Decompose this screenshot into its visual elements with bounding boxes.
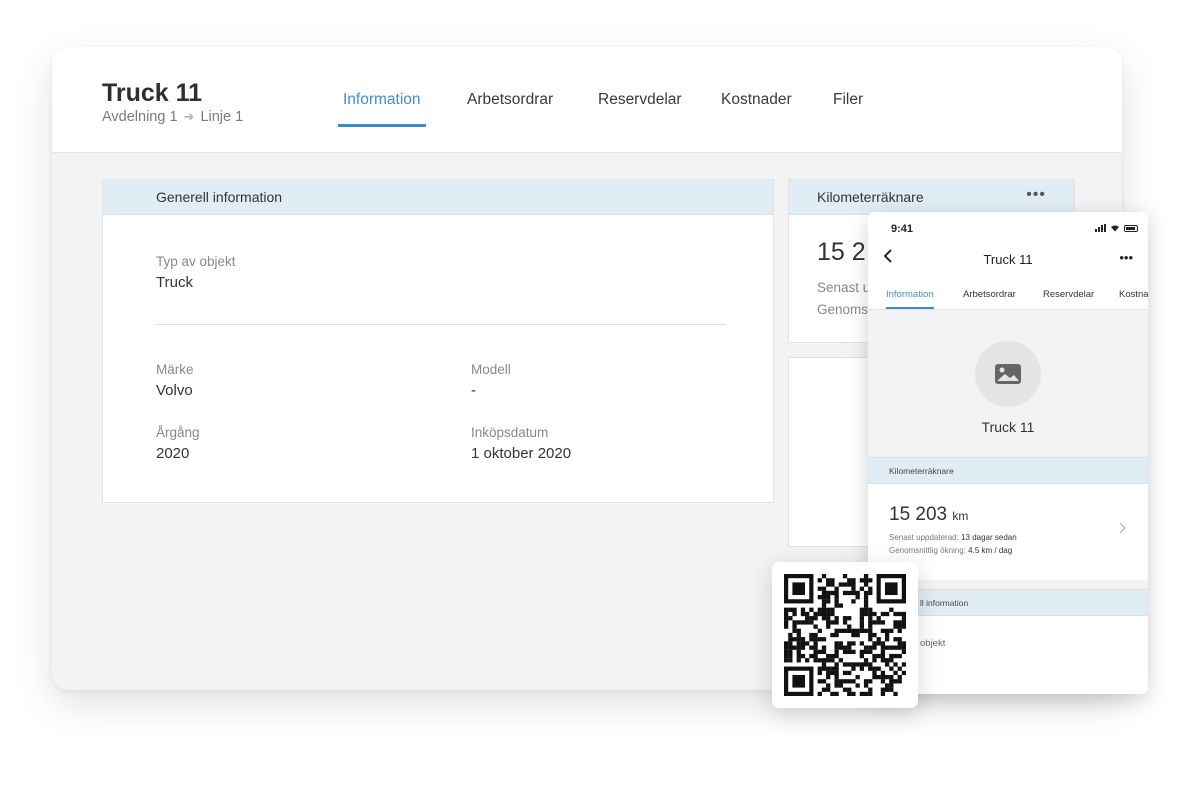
breadcrumb: Avdelning 1 ➜ Linje 1 <box>102 109 243 125</box>
divider <box>156 324 726 325</box>
updated-label: Senast uppdaterad: <box>889 533 959 542</box>
status-time: 9:41 <box>891 223 914 235</box>
purchase-date-value: 1 oktober 2020 <box>471 445 572 462</box>
type-value: Truck <box>156 274 193 291</box>
type-label: Typ av objekt <box>156 254 236 269</box>
brand-value: Volvo <box>156 382 193 399</box>
mobile-tab-information[interactable]: Information <box>886 289 934 309</box>
odometer-value: 15 2 <box>817 238 866 266</box>
mobile-odometer-value: 15 203 km <box>889 504 968 526</box>
brand-label: Märke <box>156 362 194 377</box>
tab-costs[interactable]: Kostnader <box>716 91 797 127</box>
mobile-tab-work-orders[interactable]: Arbetsordrar <box>963 289 1016 309</box>
mobile-header: 9:41 Truck 11 ••• Information Arbetsordr… <box>868 212 1148 310</box>
status-icons <box>1095 224 1138 232</box>
general-info-header: Generell information <box>103 180 773 215</box>
average-value: 4.5 km / dag <box>968 546 1013 555</box>
arrow-right-icon: ➜ <box>183 109 195 124</box>
qr-code-icon <box>784 574 906 696</box>
mobile-tab-spare-parts[interactable]: Reservdelar <box>1043 289 1094 309</box>
tab-work-orders[interactable]: Arbetsordrar <box>462 91 558 127</box>
odometer-updated: Senast u <box>817 280 871 295</box>
chevron-right-icon <box>1119 521 1126 537</box>
model-label: Modell <box>471 362 511 377</box>
km-value: 15 203 <box>889 504 948 525</box>
breadcrumb-item-line[interactable]: Linje 1 <box>200 109 243 125</box>
odometer-average: Genoms <box>817 302 869 317</box>
more-dots-icon[interactable]: ••• <box>1026 186 1046 204</box>
km-unit: km <box>952 509 969 523</box>
page-title: Truck 11 <box>102 79 203 107</box>
qr-code-card <box>772 562 918 708</box>
more-dots-icon[interactable]: ••• <box>1119 250 1133 265</box>
mobile-odometer-updated: Senast uppdaterad: 13 dagar sedan <box>889 533 1017 542</box>
purchase-date-label: Inköpsdatum <box>471 425 549 440</box>
average-label: Genomsnittlig ökning: <box>889 546 966 555</box>
year-value: 2020 <box>156 445 190 462</box>
mobile-tab-costs[interactable]: Kostna <box>1119 289 1148 309</box>
mobile-title: Truck 11 <box>983 252 1033 267</box>
object-header: Truck 11 Avdelning 1 ➜ Linje 1 Information… <box>52 47 1122 153</box>
signal-icon <box>1095 224 1106 232</box>
model-value: - <box>471 382 476 399</box>
updated-value: 13 dagar sedan <box>961 533 1017 542</box>
breadcrumb-item-department[interactable]: Avdelning 1 <box>102 109 178 125</box>
wifi-icon <box>1110 224 1120 232</box>
mobile-type-label: objekt <box>920 638 946 649</box>
object-name: Truck 11 <box>981 419 1035 435</box>
image-placeholder-icon[interactable] <box>975 341 1041 407</box>
tab-files[interactable]: Filer <box>828 91 868 127</box>
battery-icon <box>1124 224 1138 232</box>
tab-spare-parts[interactable]: Reservdelar <box>593 91 687 127</box>
mobile-odometer-header: Kilometerräknare <box>868 457 1148 484</box>
tab-information[interactable]: Information <box>338 91 426 127</box>
year-label: Årgång <box>156 425 200 440</box>
general-info-card: Generell information Typ av objekt Truck… <box>102 179 774 503</box>
mobile-odometer-average: Genomsnittlig ökning: 4.5 km / dag <box>889 546 1012 555</box>
